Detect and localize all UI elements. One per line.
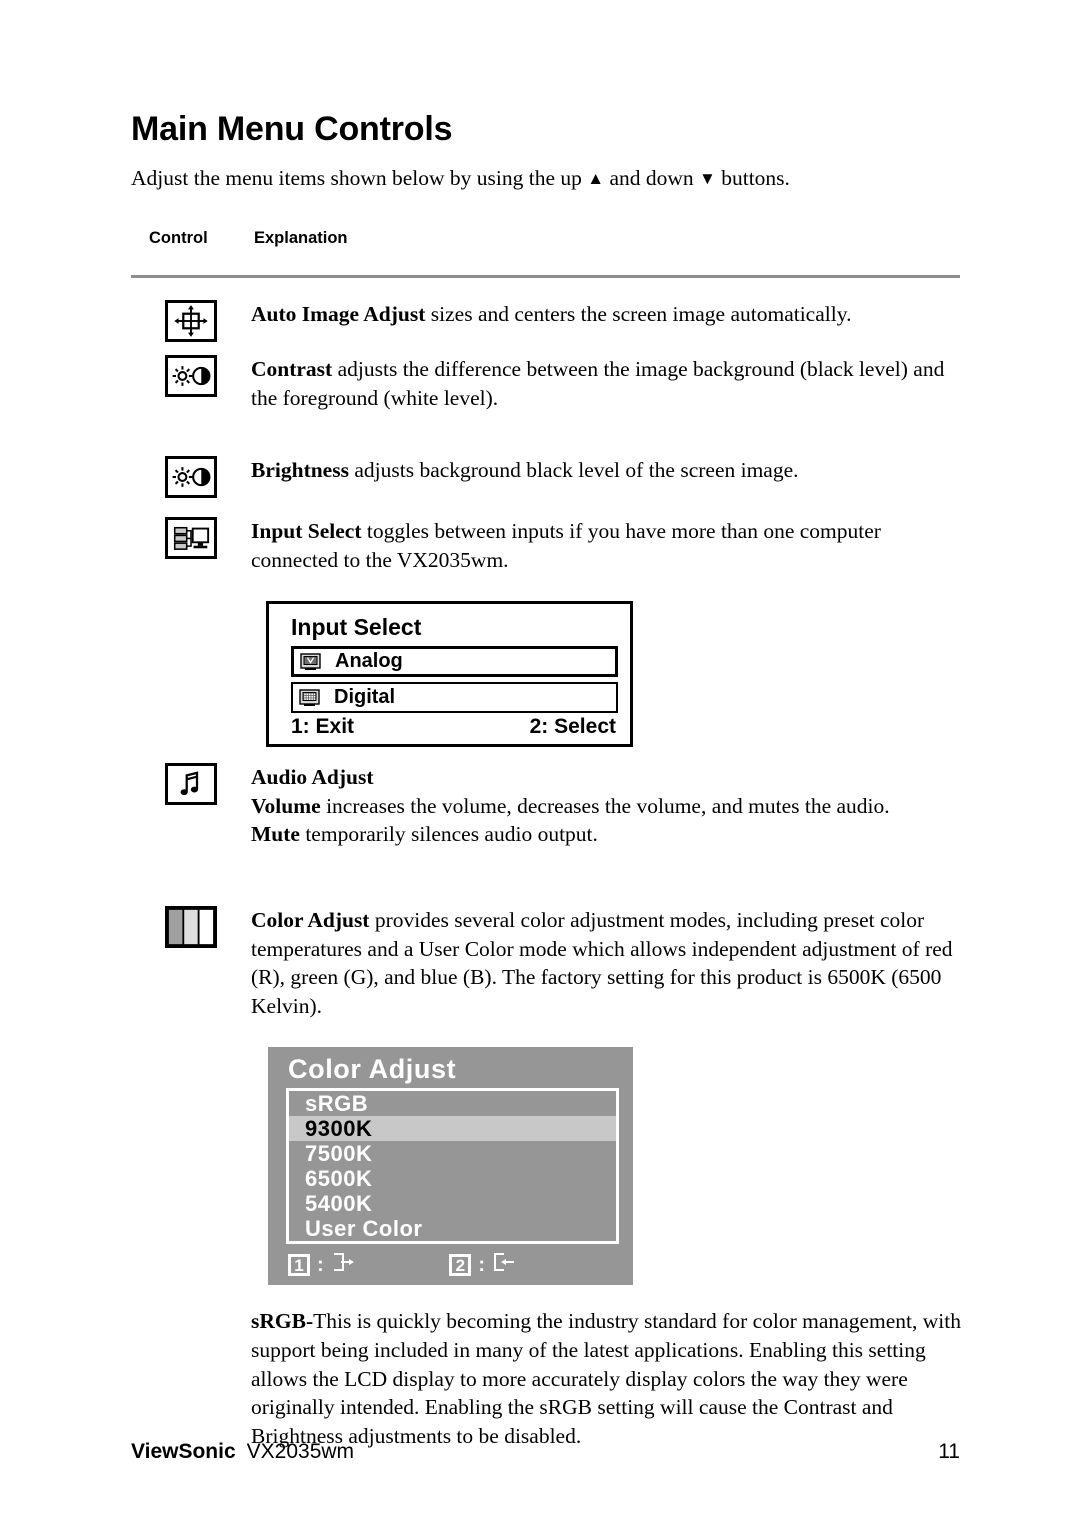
osd-option-label-analog: Analog xyxy=(335,650,403,673)
desc-srgb: This is quickly becoming the industry st… xyxy=(251,1309,961,1448)
footer-model: VX2035wm xyxy=(246,1440,355,1463)
osd-option-digital[interactable]: Digital xyxy=(291,682,618,714)
digital-monitor-icon xyxy=(298,688,321,708)
osd-footer-select[interactable]: 2: Select xyxy=(530,715,616,739)
osd-input-select-title: Input Select xyxy=(291,614,422,641)
contrast-icon xyxy=(165,355,217,398)
page-title: Main Menu Controls xyxy=(131,110,453,148)
table-row-color-adjust: Color Adjust provides several color adju… xyxy=(131,905,960,1020)
exit-arrow-icon xyxy=(331,1251,356,1279)
osd-color-item-7500k[interactable]: 7500K xyxy=(289,1141,616,1166)
desc-volume: increases the volume, decreases the volu… xyxy=(320,793,890,818)
row-text-brightness: Brightness adjusts background black leve… xyxy=(251,456,960,485)
table-row-contrast: Contrast adjusts the difference between … xyxy=(131,355,960,412)
osd-key-label-1: 1 xyxy=(288,1254,310,1277)
enter-arrow-icon xyxy=(492,1251,517,1279)
osd-color-item-5400k[interactable]: 5400K xyxy=(289,1191,616,1216)
row-text-audio-adjust: Audio Adjust Volume increases the volume… xyxy=(251,763,960,849)
input-select-icon xyxy=(165,517,217,559)
intro-text-after: buttons. xyxy=(715,165,790,190)
desc-contrast: adjusts the difference between the image… xyxy=(251,357,945,410)
intro-paragraph: Adjust the menu items shown below by usi… xyxy=(131,148,960,193)
intro-text-before: Adjust the menu items shown below by usi… xyxy=(131,165,588,190)
intro-text-mid: and down xyxy=(604,165,700,190)
footer-page-number: 11 xyxy=(938,1440,960,1463)
osd-key-select[interactable]: 2 : xyxy=(449,1251,517,1279)
up-triangle-icon: ▲ xyxy=(587,168,605,188)
osd-input-select-panel: Input Select Analog Digital 1: Exit 2: S… xyxy=(266,601,633,748)
heading-audio-adjust: Audio Adjust xyxy=(251,765,374,790)
table-row-auto-image-adjust: Auto Image Adjust sizes and centers the … xyxy=(131,299,960,342)
term-volume: Volume xyxy=(251,793,321,818)
osd-input-select-footer: 1: Exit 2: Select xyxy=(291,715,616,739)
color-adjust-icon xyxy=(165,905,217,948)
table-row-audio-adjust: Audio Adjust Volume increases the volume… xyxy=(131,763,960,849)
osd-key-label-2: 2 xyxy=(449,1254,472,1277)
audio-adjust-icon xyxy=(165,763,217,806)
table-row-input-select: Input Select toggles between inputs if y… xyxy=(131,517,960,574)
brightness-icon xyxy=(165,456,217,499)
osd-color-item-6500k[interactable]: 6500K xyxy=(289,1166,616,1191)
term-contrast: Contrast xyxy=(251,357,333,382)
osd-color-adjust-title: Color Adjust xyxy=(288,1054,457,1085)
page-footer: ViewSonic VX2035wm 11 xyxy=(131,1440,960,1464)
document-page: Main Menu Controls Adjust the menu items… xyxy=(0,0,1080,1527)
table-header: Control Explanation xyxy=(131,193,960,251)
column-header-explanation: Explanation xyxy=(254,228,348,247)
osd-color-item-9300k[interactable]: 9300K xyxy=(289,1116,616,1142)
desc-auto-image-adjust: sizes and centers the screen image autom… xyxy=(425,301,852,326)
table-row-brightness: Brightness adjusts background black leve… xyxy=(131,456,960,499)
page-content: Main Menu Controls Adjust the menu items… xyxy=(131,0,961,1472)
term-srgb: sRGB- xyxy=(251,1309,314,1334)
osd-option-analog[interactable]: Analog xyxy=(291,646,618,678)
row-text-color-adjust: Color Adjust provides several color adju… xyxy=(251,906,960,1020)
header-divider xyxy=(131,274,960,278)
osd-color-adjust-panel: Color Adjust sRGB 9300K 7500K 6500K 5400… xyxy=(268,1047,633,1286)
osd-key-colon-right: : xyxy=(478,1253,485,1276)
osd-key-colon-left: : xyxy=(317,1253,324,1276)
osd-option-label-digital: Digital xyxy=(334,686,396,709)
osd-color-adjust-footer: 1 : 2 : xyxy=(288,1251,613,1279)
osd-key-exit[interactable]: 1 : xyxy=(288,1251,356,1279)
term-brightness: Brightness xyxy=(251,458,349,483)
term-input-select: Input Select xyxy=(251,519,362,543)
desc-brightness: adjusts background black level of the sc… xyxy=(348,458,799,483)
analog-monitor-icon xyxy=(299,652,322,672)
term-auto-image-adjust: Auto Image Adjust xyxy=(251,301,426,326)
footer-brand: ViewSonic xyxy=(131,1440,236,1463)
srgb-paragraph: sRGB-This is quickly becoming the indust… xyxy=(251,1307,961,1450)
footer-left: ViewSonic VX2035wm xyxy=(131,1440,354,1464)
term-color-adjust: Color Adjust xyxy=(251,907,370,932)
osd-color-item-srgb[interactable]: sRGB xyxy=(289,1091,616,1116)
osd-color-item-user-color[interactable]: User Color xyxy=(289,1216,616,1241)
desc-mute: temporarily silences audio output. xyxy=(299,822,598,847)
osd-footer-exit[interactable]: 1: Exit xyxy=(291,715,354,739)
term-mute: Mute xyxy=(251,822,300,847)
row-text-contrast: Contrast adjusts the difference between … xyxy=(251,355,960,412)
osd-color-adjust-list: sRGB 9300K 7500K 6500K 5400K User Color xyxy=(286,1088,619,1245)
down-triangle-icon: ▼ xyxy=(699,168,716,188)
column-header-control: Control xyxy=(149,228,208,247)
row-text-auto-image-adjust: Auto Image Adjust sizes and centers the … xyxy=(251,300,960,329)
row-text-input-select: Input Select toggles between inputs if y… xyxy=(251,517,960,574)
auto-image-adjust-icon xyxy=(165,299,217,342)
